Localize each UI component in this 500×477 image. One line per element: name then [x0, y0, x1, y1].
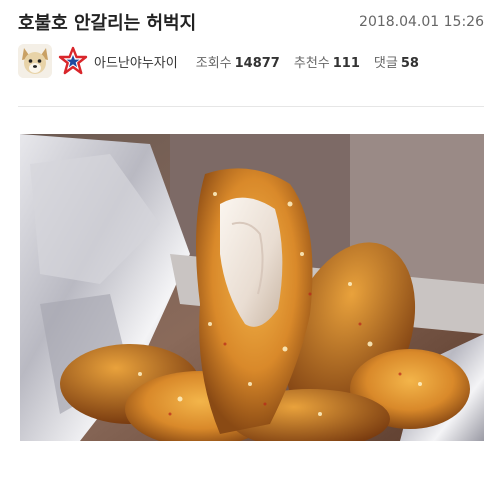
likes-label: 추천수 — [293, 55, 330, 71]
star-rank-icon — [58, 46, 88, 76]
comments-label: 댓글 — [373, 55, 398, 71]
likes-count: 111 — [332, 55, 360, 71]
views-count: 14877 — [234, 55, 280, 71]
likes-stat: 추천수 111 — [294, 52, 360, 71]
post-title: 호불호 안갈리는 허벅지 — [18, 13, 197, 34]
post-meta: 아드난야누자이 조회수 14877 추천수 111 댓글 58 — [18, 44, 484, 78]
views-label: 조회수 — [195, 55, 232, 71]
views-stat: 조회수 14877 — [196, 52, 280, 71]
post-view: 호불호 안갈리는 허벅지 2018.04.01 15:26 아드난야누자이 조회… — [0, 0, 500, 477]
author-nickname[interactable]: 아드난야누자이 — [94, 52, 178, 71]
comments-count: 58 — [400, 55, 419, 71]
divider — [18, 106, 484, 107]
dog-avatar-icon[interactable] — [18, 44, 52, 78]
comments-stat[interactable]: 댓글 58 — [374, 52, 419, 71]
post-image-fried-chicken[interactable] — [20, 134, 484, 441]
post-header: 호불호 안갈리는 허벅지 2018.04.01 15:26 — [18, 8, 484, 36]
post-date: 2018.04.01 15:26 — [359, 14, 484, 30]
